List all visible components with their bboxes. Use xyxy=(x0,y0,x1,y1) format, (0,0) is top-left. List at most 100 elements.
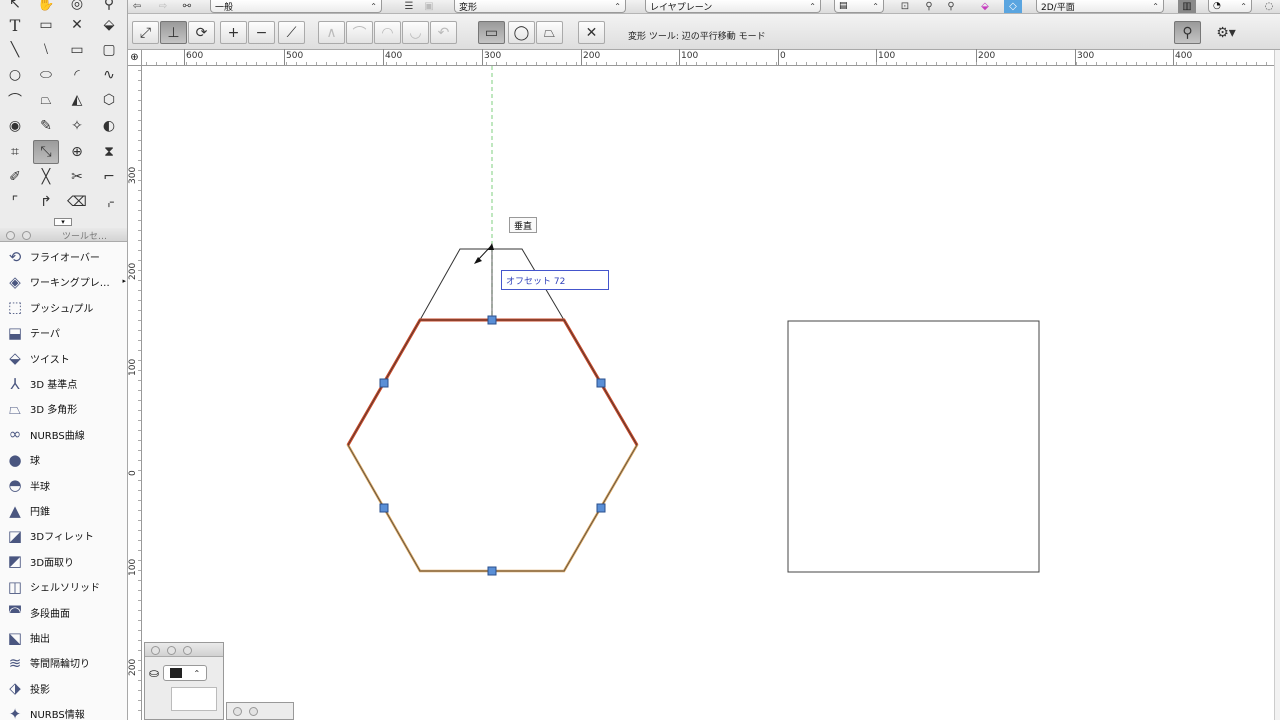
arc-vertex-button[interactable]: ◡ xyxy=(402,21,429,44)
toolset-item[interactable]: ▲ 円錐 xyxy=(0,498,128,523)
offset-input-field[interactable]: オフセット 72 xyxy=(501,270,609,290)
rotate-mode-button[interactable]: ⟳ xyxy=(188,21,215,44)
hexagon-shape[interactable] xyxy=(346,318,639,573)
edge-handle[interactable] xyxy=(596,503,606,513)
toolset-item[interactable]: ∞ NURBS曲線 xyxy=(0,422,128,447)
line-tool-icon[interactable]: ╲ xyxy=(2,38,28,62)
zoom-fit-icon[interactable]: ⊡ xyxy=(896,0,914,13)
polyline-tool-icon[interactable]: ⌒ xyxy=(2,88,28,112)
oval-tool-icon[interactable]: ⬭ xyxy=(33,63,59,87)
rectangle-marquee-button[interactable]: ▭ xyxy=(478,21,505,44)
close-window-button[interactable] xyxy=(151,646,160,655)
toolset-item[interactable]: ◓ 半球 xyxy=(0,473,128,498)
crop-tool-icon[interactable]: ⌗ xyxy=(2,140,28,164)
split-tool-icon[interactable]: ✐ xyxy=(2,165,28,189)
toolset-item[interactable]: ⟲ フライオーバー xyxy=(0,244,128,269)
settings-gear-icon[interactable]: ⚙▾ xyxy=(1208,21,1244,44)
toolset-item[interactable]: ≋ 等間隔輪切り xyxy=(0,650,128,675)
fillet-tool-icon[interactable]: ⌐ xyxy=(96,165,122,189)
snap-loupe-button[interactable]: ⚲ xyxy=(1174,21,1201,44)
minimize-window-button[interactable] xyxy=(22,231,31,240)
connection-icon[interactable]: ⚯ xyxy=(178,0,196,13)
trim-tool-icon[interactable]: ✂ xyxy=(64,165,90,189)
freehand-tool-icon[interactable]: ∿ xyxy=(96,63,122,87)
minimize-window-button[interactable] xyxy=(249,707,258,716)
polygon-marquee-button[interactable]: ⏢ xyxy=(536,21,563,44)
lasso-marquee-button[interactable]: ◯ xyxy=(508,21,535,44)
layers-icon[interactable]: ☰ xyxy=(400,0,418,13)
text-tool-icon[interactable]: T xyxy=(2,13,28,37)
spiral-tool-icon[interactable]: ◉ xyxy=(2,114,28,138)
locus-tool-icon[interactable]: ✕ xyxy=(64,13,90,37)
palette-expand-button[interactable]: ▾ xyxy=(54,218,72,226)
toolset-titlebar[interactable]: ツールセ… xyxy=(0,228,127,242)
toolset-item[interactable]: ◚ 多段曲面 xyxy=(0,600,128,625)
forward-arrow-icon[interactable]: ⇨ xyxy=(154,0,172,13)
rectangle-tool-icon[interactable]: ▭ xyxy=(64,38,90,62)
projection-dropdown[interactable]: ◔ ⌃ xyxy=(1208,0,1252,13)
toolset-item[interactable]: ⏢ 3D 多角形 xyxy=(0,396,128,421)
hide-edge-mode-button[interactable]: ⟋ xyxy=(278,21,305,44)
symbol-insert-icon[interactable]: ⬙ xyxy=(96,13,122,37)
toolset-item[interactable]: ⬕ 抽出 xyxy=(0,625,128,650)
toolset-item[interactable]: ◩ 3D面取り xyxy=(0,549,128,574)
circle-tool-icon[interactable]: ○ xyxy=(2,63,28,87)
plane-dropdown[interactable]: レイヤプレーン ⌃ xyxy=(645,0,821,13)
connect-tool-icon[interactable]: ╳ xyxy=(33,165,59,189)
toolset-item[interactable]: ⬙ ツイスト xyxy=(0,346,128,371)
regular-polygon-tool-icon[interactable]: ⬡ xyxy=(96,88,122,112)
move-vertex-mode-button[interactable]: ⤢ xyxy=(132,21,159,44)
toolset-item[interactable]: ● 球 xyxy=(0,447,128,472)
offset-edge-mode-button[interactable]: ⊥ xyxy=(160,21,187,44)
square-shape[interactable] xyxy=(787,320,1040,573)
mirror-tool-icon[interactable]: ⧗ xyxy=(96,140,122,164)
minimize-window-button[interactable] xyxy=(167,646,176,655)
close-window-button[interactable] xyxy=(233,707,242,716)
saved-view-dropdown[interactable]: ▤ ⌃ xyxy=(834,0,884,13)
cubic-vertex-button[interactable]: ◠ xyxy=(374,21,401,44)
radius-vertex-button[interactable]: ↶ xyxy=(430,21,457,44)
chamfer-tool-icon[interactable]: ⌜ xyxy=(2,190,28,214)
3d-cube-icon[interactable]: ⬙ xyxy=(976,0,994,13)
view-dropdown[interactable]: 2D/平面 ⌃ xyxy=(1036,0,1164,13)
delete-vertex-mode-button[interactable]: − xyxy=(248,21,275,44)
corner-vertex-button[interactable]: ∧ xyxy=(318,21,345,44)
polygon-tool-icon[interactable]: ⏢ xyxy=(33,88,59,112)
visibility-tool-icon[interactable]: ◐ xyxy=(96,114,122,138)
bezier-vertex-button[interactable]: ⌒ xyxy=(346,21,373,44)
edge-handle[interactable] xyxy=(379,378,389,388)
toolset-item[interactable]: ✦ NURBS情報 xyxy=(0,701,128,720)
close-window-button[interactable] xyxy=(6,231,15,240)
toolset-item[interactable]: ◫ シェルソリッド xyxy=(0,574,128,599)
offset-tool-icon[interactable]: ↱ xyxy=(33,190,59,214)
zoom-search-icon[interactable]: ⚲ xyxy=(942,0,960,13)
edge-handle[interactable] xyxy=(379,503,389,513)
double-polygon-tool-icon[interactable]: ◭ xyxy=(64,88,90,112)
edge-handle[interactable] xyxy=(596,378,606,388)
plane-view-icon[interactable]: ◇ xyxy=(1004,0,1022,13)
toolset-item[interactable]: ⬓ テーパ xyxy=(0,320,128,345)
toolset-item[interactable]: ◪ 3Dフィレット xyxy=(0,523,128,548)
callout-tool-icon[interactable]: ▭ xyxy=(33,13,59,37)
vertical-scrollbar[interactable] xyxy=(1274,50,1280,720)
ruler-origin-button[interactable]: ⊕ xyxy=(128,50,142,66)
layer-dropdown[interactable]: 変形 ⌃ xyxy=(454,0,626,13)
magic-wand-tool-icon[interactable]: ✧ xyxy=(64,114,90,138)
double-line-tool-icon[interactable]: ⧵ xyxy=(33,38,59,62)
edge-handle[interactable] xyxy=(487,566,497,576)
arc-tool-icon[interactable]: ◜ xyxy=(64,63,90,87)
zoom-magnify-icon[interactable]: ⚲ xyxy=(920,0,938,13)
reshape-tool-icon[interactable]: ⤡ xyxy=(33,140,59,164)
edge-handle[interactable] xyxy=(487,315,497,325)
eraser-tool-icon[interactable]: ⌫ xyxy=(64,190,90,214)
attributes-titlebar[interactable] xyxy=(145,643,223,657)
layer-options-icon[interactable]: ▣ xyxy=(420,0,438,13)
reshape-options-button[interactable]: ✕ xyxy=(578,21,605,44)
back-arrow-icon[interactable]: ⇦ xyxy=(128,0,146,13)
zoom-window-button[interactable] xyxy=(183,646,192,655)
add-vertex-mode-button[interactable]: + xyxy=(220,21,247,44)
class-dropdown[interactable]: 一般 ⌃ xyxy=(210,0,382,13)
light-icon[interactable]: ◌ xyxy=(1260,0,1278,13)
render-mode-icon[interactable]: ▥ xyxy=(1178,0,1196,13)
fill-color-dropdown[interactable]: ⌃ xyxy=(163,665,208,681)
